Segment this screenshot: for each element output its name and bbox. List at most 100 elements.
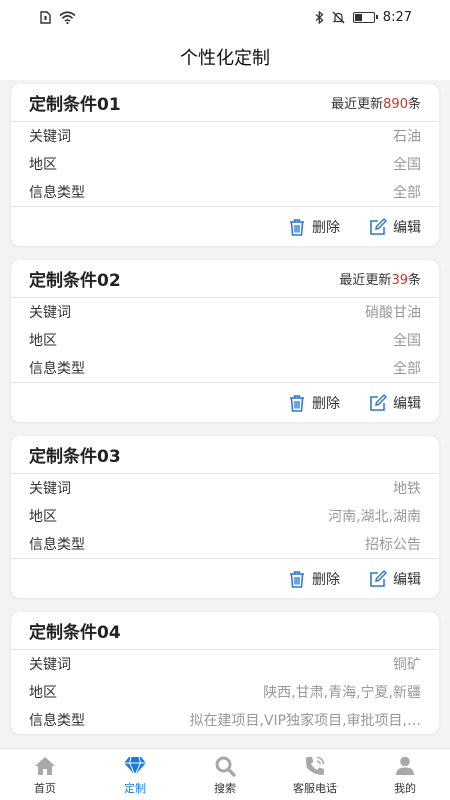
delete-button[interactable]: 删除: [287, 569, 340, 589]
region-value: 全国: [393, 333, 421, 349]
edit-button[interactable]: 编辑: [368, 569, 421, 589]
info-type-value: 全部: [393, 361, 421, 377]
card-header: 定制条件03: [11, 436, 439, 474]
update-suffix: 条: [407, 273, 421, 288]
card-title: 定制条件02: [29, 271, 121, 291]
user-icon: [396, 756, 414, 775]
card-title: 定制条件03: [29, 447, 121, 467]
subscription-card-03: 定制条件03 关键词 地铁 地区 河南,湖北,湖南 信息类型 招标公告 删除 编…: [11, 436, 439, 598]
keyword-row: 关键词 地铁: [11, 474, 439, 502]
card-title: 定制条件04: [29, 623, 121, 643]
info-type-value: 全部: [393, 185, 421, 201]
info-type-row: 信息类型 招标公告: [11, 530, 439, 558]
info-type-value: 拟在建项目,VIP独家项目,审批项目,…: [189, 713, 422, 729]
subscription-card-04: 定制条件04 关键词 铜矿 地区 陕西,甘肃,青海,宁夏,新疆 信息类型 拟在建…: [11, 612, 439, 734]
update-number: 890: [383, 97, 408, 112]
delete-button[interactable]: 删除: [287, 217, 340, 237]
card-title: 定制条件01: [29, 95, 121, 115]
card-header: 定制条件02 最近更新39条: [11, 260, 439, 298]
keyword-label: 关键词: [29, 305, 71, 321]
update-suffix: 条: [407, 97, 421, 112]
mute-icon: [332, 11, 345, 23]
keyword-value: 铜矿: [393, 657, 421, 673]
sim-icon: [40, 10, 51, 24]
edit-label: 编辑: [393, 219, 421, 236]
diamond-icon: [124, 756, 146, 776]
tab-label: 我的: [394, 781, 416, 795]
tab-label: 客服电话: [293, 781, 337, 795]
card-header: 定制条件04: [11, 612, 439, 650]
keyword-row: 关键词 铜矿: [11, 650, 439, 678]
update-prefix: 最近更新: [339, 273, 392, 288]
edit-icon: [370, 217, 388, 235]
update-count[interactable]: 最近更新890条: [331, 93, 421, 112]
subscription-card-01: 定制条件01 最近更新890条 关键词 石油 地区 全国 信息类型 全部 删除 …: [11, 84, 439, 246]
status-right: 8:27: [315, 10, 412, 25]
search-icon: [215, 756, 236, 777]
delete-button[interactable]: 删除: [287, 393, 340, 413]
page-title: 个性化定制: [180, 48, 270, 69]
bottom-tab-bar: 首页 定制 搜索 客服电话 我的: [0, 748, 450, 800]
tab-label: 定制: [124, 781, 146, 795]
info-type-row: 信息类型 全部: [11, 354, 439, 382]
info-type-row: 信息类型 全部: [11, 178, 439, 206]
keyword-value: 地铁: [393, 481, 421, 497]
tab-search[interactable]: 搜索: [180, 754, 270, 796]
card-actions: 删除 编辑: [11, 558, 439, 598]
tab-home[interactable]: 首页: [0, 754, 90, 796]
bluetooth-icon: [315, 10, 324, 24]
delete-label: 删除: [312, 395, 340, 412]
edit-label: 编辑: [393, 395, 421, 412]
tab-service-phone[interactable]: 客服电话: [270, 754, 360, 796]
keyword-label: 关键词: [29, 129, 71, 145]
region-label: 地区: [29, 333, 57, 349]
tab-custom[interactable]: 定制: [90, 754, 180, 796]
delete-label: 删除: [312, 219, 340, 236]
keyword-value: 硝酸甘油: [365, 305, 421, 321]
tab-label: 搜索: [214, 781, 236, 795]
trash-icon: [290, 218, 304, 236]
tab-mine[interactable]: 我的: [360, 754, 450, 796]
info-type-row: 信息类型 拟在建项目,VIP独家项目,审批项目,…: [11, 706, 439, 734]
region-label: 地区: [29, 509, 57, 525]
card-actions: 删除 编辑: [11, 382, 439, 422]
wifi-icon: [59, 10, 76, 24]
card-actions: 删除 编辑: [11, 206, 439, 246]
edit-button[interactable]: 编辑: [368, 393, 421, 413]
home-icon: [35, 756, 55, 775]
keyword-row: 关键词 石油: [11, 122, 439, 150]
phone-icon: [306, 756, 325, 775]
region-row: 地区 全国: [11, 326, 439, 354]
keyword-label: 关键词: [29, 657, 71, 673]
info-type-value: 招标公告: [365, 537, 421, 553]
region-row: 地区 陕西,甘肃,青海,宁夏,新疆: [11, 678, 439, 706]
region-label: 地区: [29, 157, 57, 173]
edit-icon: [370, 569, 388, 587]
battery-icon: [352, 11, 378, 23]
region-label: 地区: [29, 685, 57, 701]
region-value: 河南,湖北,湖南: [328, 509, 421, 525]
trash-icon: [290, 394, 304, 412]
region-row: 地区 全国: [11, 150, 439, 178]
info-type-label: 信息类型: [29, 537, 85, 553]
keyword-row: 关键词 硝酸甘油: [11, 298, 439, 326]
update-number: 39: [391, 273, 408, 288]
region-value: 陕西,甘肃,青海,宁夏,新疆: [263, 685, 421, 701]
subscription-card-02: 定制条件02 最近更新39条 关键词 硝酸甘油 地区 全国 信息类型 全部 删除…: [11, 260, 439, 422]
edit-button[interactable]: 编辑: [368, 217, 421, 237]
keyword-value: 石油: [393, 129, 421, 145]
edit-icon: [370, 393, 388, 411]
delete-label: 删除: [312, 571, 340, 588]
trash-icon: [290, 570, 304, 588]
tab-label: 首页: [34, 781, 56, 795]
subscription-list[interactable]: 定制条件01 最近更新890条 关键词 石油 地区 全国 信息类型 全部 删除 …: [0, 80, 450, 748]
info-type-label: 信息类型: [29, 713, 85, 729]
edit-label: 编辑: [393, 571, 421, 588]
keyword-label: 关键词: [29, 481, 71, 497]
status-time: 8:27: [382, 9, 412, 25]
info-type-label: 信息类型: [29, 361, 85, 377]
page-header: 个性化定制: [0, 34, 450, 80]
card-header: 定制条件01 最近更新890条: [11, 84, 439, 122]
info-type-label: 信息类型: [29, 185, 85, 201]
update-count[interactable]: 最近更新39条: [339, 269, 421, 288]
